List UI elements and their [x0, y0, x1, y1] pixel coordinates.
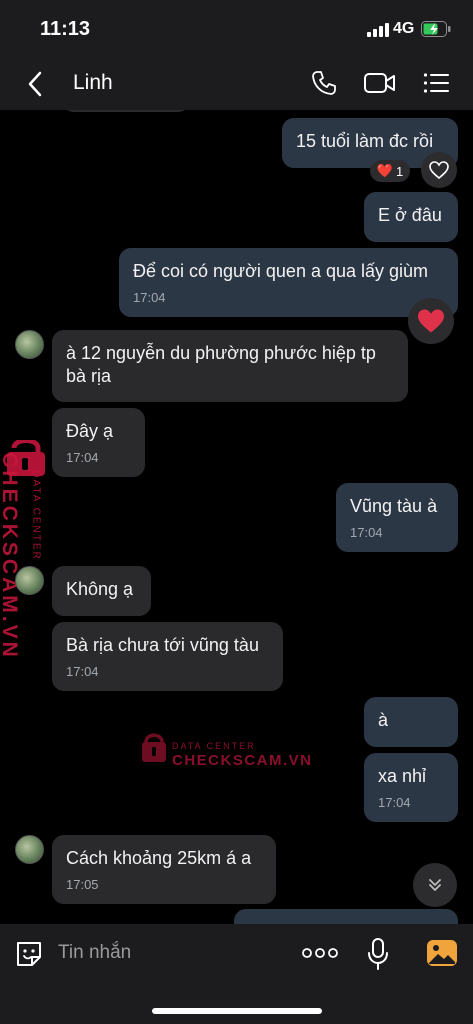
message-bubble-partial-top: [62, 110, 190, 112]
scroll-to-bottom-button[interactable]: [413, 863, 457, 907]
message-bubble-outgoing[interactable]: Để coi có người quen a qua lấy giùm 17:0…: [119, 248, 458, 317]
home-indicator: [152, 1008, 322, 1014]
avatar[interactable]: [15, 566, 44, 595]
message-time: 17:04: [350, 525, 383, 540]
microphone-icon[interactable]: [367, 938, 389, 970]
message-text: Bà rịa chưa tới vũng tàu: [66, 635, 259, 655]
list-menu-icon[interactable]: [423, 71, 449, 95]
message-list[interactable]: CHECKSCAM.VN DATA CENTER DATA CENTER CHE…: [0, 110, 473, 924]
message-text: xa nhỉ: [378, 766, 427, 786]
message-text: Không ạ: [66, 579, 134, 599]
more-dots-icon[interactable]: [302, 945, 338, 961]
status-bar: 11:13 4G: [0, 0, 473, 58]
message-bubble-incoming[interactable]: Không ạ: [52, 566, 151, 616]
watermark-tag-center: DATA CENTER: [172, 741, 256, 751]
message-time: 17:04: [66, 664, 99, 679]
watermark-brand-center: CHECKSCAM.VN: [172, 752, 313, 769]
message-bubble-incoming[interactable]: Cách khoảng 25km á a 17:05: [52, 835, 276, 904]
sticker-icon[interactable]: [14, 939, 44, 969]
video-camera-icon[interactable]: [364, 70, 396, 96]
status-time: 11:13: [40, 18, 91, 40]
reaction-badge[interactable]: ❤️ 1: [370, 160, 410, 182]
watermark-tag-vertical: DATA CENTER: [30, 470, 42, 561]
watermark-brand-vertical: CHECKSCAM.VN: [0, 452, 21, 660]
message-bubble-outgoing[interactable]: Vũng tàu à 17:04: [336, 483, 458, 552]
phone-icon[interactable]: [311, 70, 337, 96]
message-text: E ở đâu: [378, 205, 442, 225]
message-text: à: [378, 710, 389, 730]
message-time: 17:05: [66, 877, 99, 892]
double-chevron-down-icon: [429, 879, 441, 891]
message-bubble-incoming[interactable]: Đây ạ 17:04: [52, 408, 145, 477]
message-text: Đây ạ: [66, 421, 114, 441]
message-bubble-incoming[interactable]: Bà rịa chưa tới vũng tàu 17:04: [52, 622, 283, 691]
chat-header: Linh: [0, 58, 473, 110]
message-time: 17:04: [66, 450, 99, 465]
reaction-heart-icon: ❤️: [376, 163, 393, 178]
message-bubble-partial-bottom: [234, 909, 458, 924]
message-text: Để coi có người quen a qua lấy giùm: [133, 261, 429, 281]
reaction-heart-large[interactable]: [408, 298, 454, 344]
heart-outline-icon: [429, 161, 449, 179]
battery-charging-icon: [421, 21, 451, 37]
message-text: Vũng tàu à: [350, 496, 438, 516]
message-text: 15 tuổi làm đc rồi: [296, 131, 434, 151]
network-type: 4G: [393, 20, 415, 37]
react-heart-button[interactable]: [421, 152, 457, 188]
message-time: 17:04: [133, 290, 166, 305]
contact-name[interactable]: Linh: [73, 71, 113, 95]
chevron-left-icon[interactable]: [24, 70, 46, 98]
gallery-icon[interactable]: [426, 938, 458, 968]
message-input[interactable]: Tin nhắn: [58, 942, 131, 964]
message-bubble-outgoing[interactable]: xa nhỉ 17:04: [364, 753, 458, 822]
message-bubble-outgoing[interactable]: à: [364, 697, 458, 747]
composer-bar: Tin nhắn: [0, 924, 473, 1024]
avatar[interactable]: [15, 330, 44, 359]
message-text: Cách khoảng 25km á a: [66, 848, 252, 868]
message-bubble-outgoing[interactable]: E ở đâu: [364, 192, 458, 242]
heart-filled-icon: [418, 309, 444, 333]
signal-icon: [367, 23, 389, 37]
message-bubble-incoming[interactable]: à 12 nguyễn du phường phước hiệp tp bà r…: [52, 330, 408, 402]
message-text: à 12 nguyễn du phường phước hiệp tp bà r…: [66, 343, 376, 386]
reaction-count: 1: [395, 163, 404, 179]
avatar[interactable]: [15, 835, 44, 864]
message-time: 17:04: [378, 795, 411, 810]
